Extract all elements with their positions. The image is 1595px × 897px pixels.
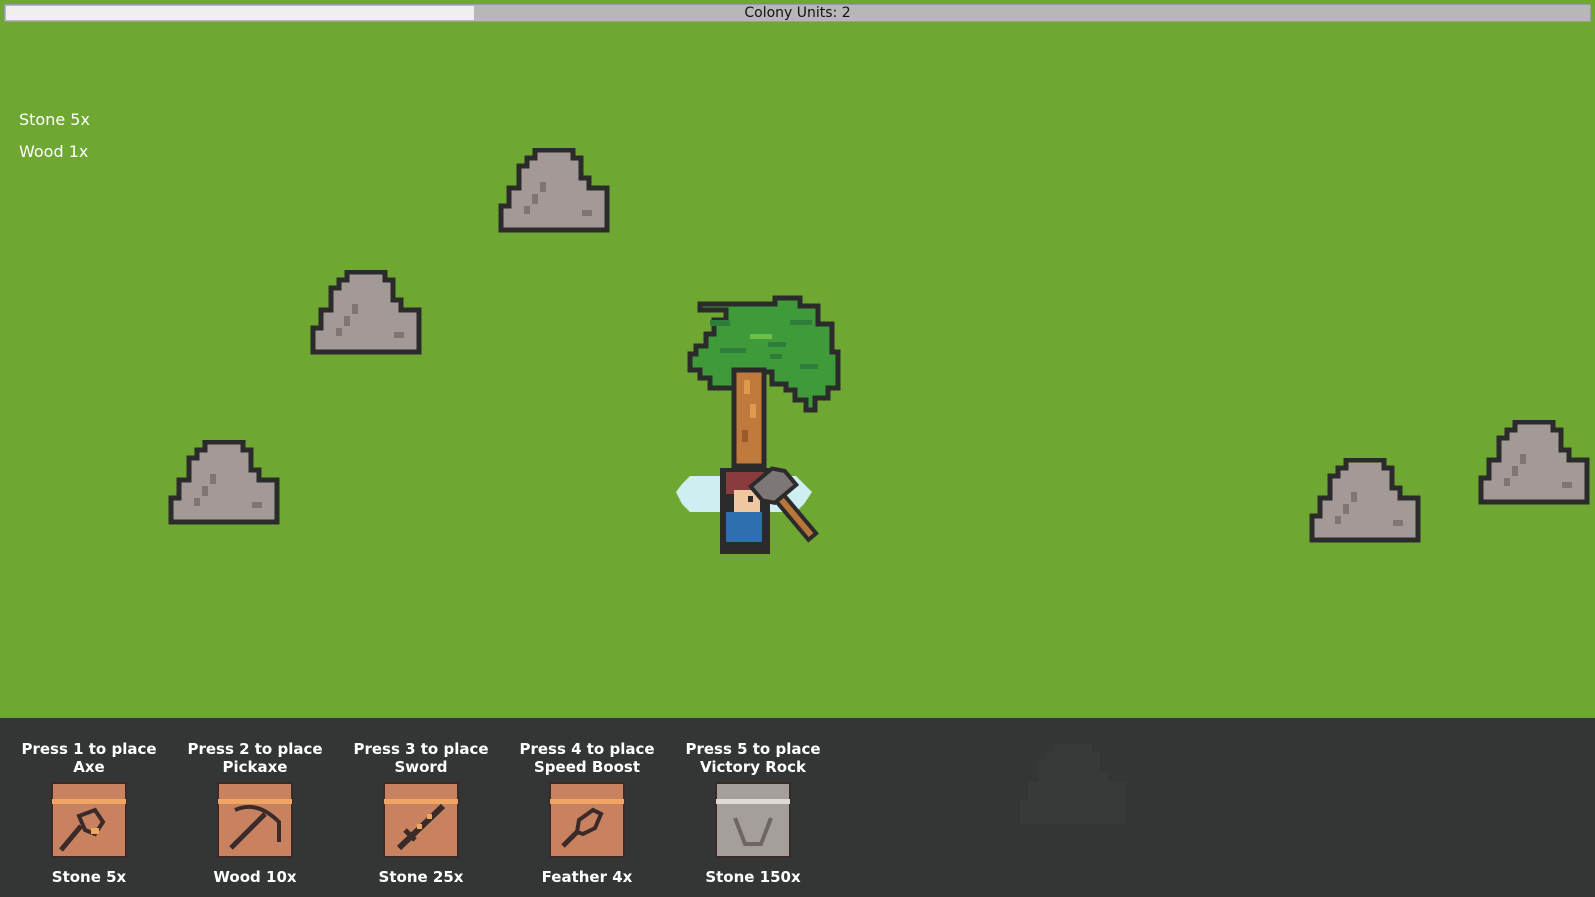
feather-icon <box>549 782 625 858</box>
slot-item-name: Speed Boost <box>534 758 640 776</box>
placement-ghost-rock <box>1020 744 1126 824</box>
build-slot-victory-rock[interactable]: Press 5 to place Victory Rock Stone 150x <box>670 740 836 886</box>
slot-key-label: Press 5 to place <box>685 740 821 758</box>
slot-cost: Feather 4x <box>541 868 633 886</box>
slot-item-name: Pickaxe <box>222 758 288 776</box>
inventory-item-stone: Stone 5x <box>19 110 90 129</box>
slot-label: Press 3 to place Sword <box>338 740 504 776</box>
inventory-item-wood: Wood 1x <box>19 142 89 161</box>
rock-sprite[interactable] <box>1478 420 1592 506</box>
slot-label: Press 5 to place Victory Rock <box>670 740 836 776</box>
build-slot-pickaxe[interactable]: Press 2 to place Pickaxe Wood 10x <box>172 740 338 886</box>
slot-key-label: Press 4 to place <box>519 740 655 758</box>
slot-cost: Stone 150x <box>705 868 801 886</box>
slot-key-label: Press 3 to place <box>353 740 489 758</box>
rock-sprite[interactable] <box>498 148 612 234</box>
slot-key-label: Press 1 to place <box>21 740 157 758</box>
pickaxe-icon <box>217 782 293 858</box>
build-slot-sword[interactable]: Press 3 to place Sword Stone 25x <box>338 740 504 886</box>
victory-rock-icon <box>715 782 791 858</box>
build-toolbar: Press 1 to place Axe Stone 5x Press 2 to… <box>0 718 1595 897</box>
rock-sprite[interactable] <box>310 270 424 356</box>
slot-label: Press 1 to place Axe <box>6 740 172 776</box>
slot-label: Press 4 to place Speed Boost <box>504 740 670 776</box>
tree-sprite[interactable] <box>650 294 860 474</box>
slot-key-label: Press 2 to place <box>187 740 323 758</box>
build-slot-speed-boost[interactable]: Press 4 to place Speed Boost Feather 4x <box>504 740 670 886</box>
build-slot-axe[interactable]: Press 1 to place Axe Stone 5x <box>6 740 172 886</box>
sword-icon <box>383 782 459 858</box>
slot-item-name: Victory Rock <box>700 758 806 776</box>
inventory-list: Stone 5x Wood 1x <box>19 104 90 168</box>
rock-sprite[interactable] <box>1309 458 1423 544</box>
rock-sprite[interactable] <box>168 440 282 526</box>
colony-progress-bar: Colony Units: 2 <box>4 4 1591 22</box>
slot-item-name: Sword <box>394 758 448 776</box>
slot-item-name: Axe <box>73 758 105 776</box>
player-character[interactable] <box>672 462 832 556</box>
colony-units-label: Colony Units: 2 <box>744 5 851 21</box>
slot-cost: Wood 10x <box>213 868 297 886</box>
game-canvas[interactable]: Colony Units: 2 Stone 5x Wood 1x Press 1… <box>0 0 1595 897</box>
axe-icon <box>51 782 127 858</box>
slot-cost: Stone 25x <box>378 868 464 886</box>
slot-cost: Stone 5x <box>51 868 127 886</box>
slot-label: Press 2 to place Pickaxe <box>172 740 338 776</box>
